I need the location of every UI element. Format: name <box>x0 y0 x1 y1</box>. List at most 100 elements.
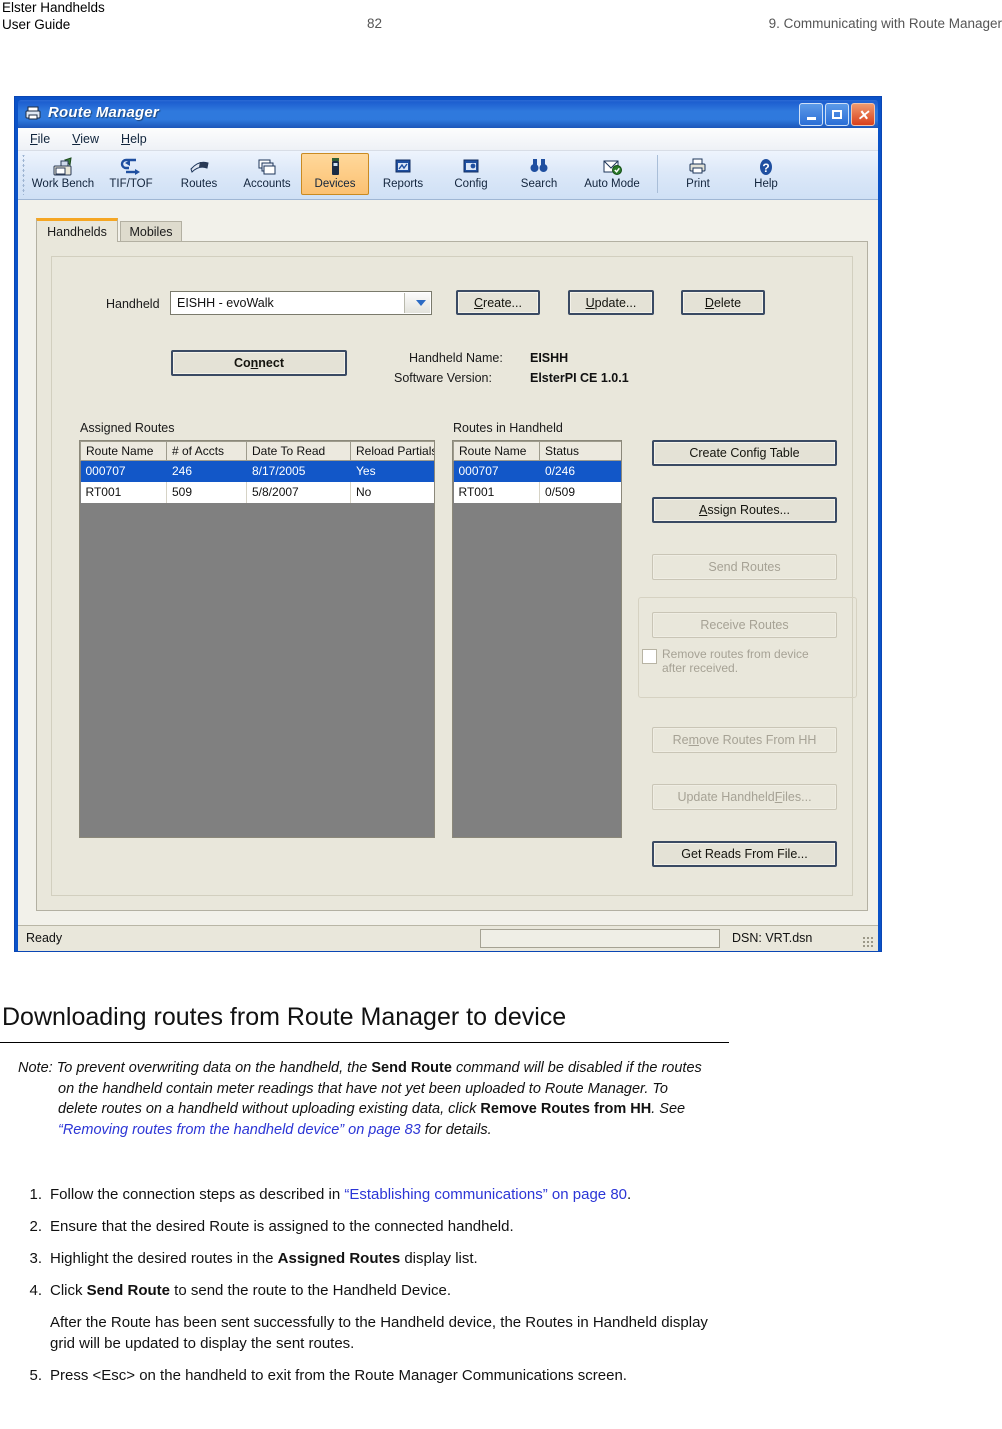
app-icon <box>24 105 42 121</box>
config-icon <box>460 156 482 177</box>
toolbar-label: Print <box>686 178 710 190</box>
software-version-label: Software Version: <box>394 371 492 385</box>
step-text-end: to send the route to the Handheld Device… <box>170 1282 452 1299</box>
note-prefix: Note: <box>18 1060 53 1076</box>
tab-strip: Handhelds Mobiles <box>36 218 868 242</box>
menu-help[interactable]: Help <box>121 132 147 146</box>
handhelds-panel: Handheld EISHH - evoWalk Create... Updat… <box>51 256 857 896</box>
toolbar-item-devices[interactable]: Devices <box>301 153 369 195</box>
window-title: Route Manager <box>48 104 159 121</box>
manual-title-line2: User Guide <box>2 17 71 32</box>
routes-in-handheld-grid[interactable]: Route Name Status 000707 0/246 RT001 0/5… <box>452 440 622 838</box>
cell: 000707 <box>453 460 540 482</box>
table-row[interactable]: RT001 509 5/8/2007 No <box>80 481 434 503</box>
cell: No <box>350 481 434 503</box>
manual-title-line1: Elster Handhelds <box>2 0 105 15</box>
note-part4: for details. <box>420 1121 492 1138</box>
routes-in-handheld-title: Routes in Handheld <box>453 421 563 435</box>
toolbar-item-help[interactable]: ? Help <box>732 153 800 195</box>
handheld-select[interactable]: EISHH - evoWalk <box>170 291 432 315</box>
send-routes-button: Send Routes <box>652 554 837 580</box>
status-progress-field <box>480 929 720 948</box>
cell: 509 <box>166 481 247 503</box>
step-bold: Send Route <box>86 1282 171 1299</box>
routes-icon <box>188 156 210 177</box>
step-text: Ensure that the desired Route is assigne… <box>50 1218 514 1235</box>
handheld-select-value: EISHH - evoWalk <box>177 296 274 310</box>
toolbar-label: TIF/TOF <box>109 178 153 190</box>
toolbar-item-accounts[interactable]: Accounts <box>233 153 301 195</box>
delete-button[interactable]: Delete <box>681 290 765 315</box>
handheld-label: Handheld <box>106 297 160 311</box>
step-cross-reference-link[interactable]: “Establishing communications” on page 80 <box>344 1186 627 1203</box>
cell: 8/17/2005 <box>246 460 351 482</box>
chapter-title: 9. Communicating with Route Manager <box>768 16 1002 31</box>
table-row[interactable]: 000707 246 8/17/2005 Yes <box>80 460 434 482</box>
tab-handhelds[interactable]: Handhelds <box>36 218 118 242</box>
toolbar-item-tif-tof[interactable]: TIF/TOF <box>97 153 165 195</box>
heading-divider <box>0 1042 729 1043</box>
step-text: Highlight the desired routes in the <box>50 1250 278 1267</box>
status-dsn: DSN: VRT.dsn <box>732 931 813 945</box>
toolbar-label: Work Bench <box>31 178 95 190</box>
menu-view[interactable]: View <box>72 132 99 146</box>
chevron-down-icon[interactable] <box>404 293 430 313</box>
tab-mobiles[interactable]: Mobiles <box>120 221 182 242</box>
assign-routes-button[interactable]: Assign Routes... <box>652 497 837 523</box>
handheld-name-value: EISHH <box>530 351 569 365</box>
toolbar-item-routes[interactable]: Routes <box>165 153 233 195</box>
step-number: 3. <box>29 1250 42 1267</box>
column-header[interactable]: Status <box>539 441 621 461</box>
column-header[interactable]: Route Name <box>80 441 167 461</box>
resize-grip-icon[interactable] <box>862 936 874 948</box>
cell: RT001 <box>453 481 540 503</box>
close-icon[interactable]: ✕ <box>851 103 875 126</box>
toolbar-item-print[interactable]: Print <box>664 153 732 195</box>
accounts-icon <box>256 156 278 177</box>
note-bold1: Send Route <box>371 1060 452 1076</box>
column-header[interactable]: Route Name <box>453 441 540 461</box>
cell: 0/246 <box>539 460 621 482</box>
update-button[interactable]: Update... <box>568 290 654 315</box>
binoculars-icon <box>528 156 550 177</box>
remove-after-received-checkbox[interactable] <box>642 649 657 664</box>
toolbar-label: Routes <box>180 178 218 190</box>
create-config-table-button[interactable]: Create Config Table <box>652 440 837 466</box>
table-header-row: Route Name Status <box>453 441 621 461</box>
toolbar-item-search[interactable]: Search <box>505 153 573 195</box>
cell: RT001 <box>80 481 167 503</box>
maximize-icon[interactable] <box>825 103 849 126</box>
note-bold2: Remove Routes from HH <box>480 1101 652 1117</box>
toolbar-item-config[interactable]: Config <box>437 153 505 195</box>
step-text: Follow the connection steps as described… <box>50 1186 345 1203</box>
list-item: 3. Highlight the desired routes in the As… <box>18 1248 718 1269</box>
minimize-icon[interactable] <box>799 103 823 126</box>
cell: 0/509 <box>539 481 621 503</box>
column-header[interactable]: Reload Partials <box>350 441 434 461</box>
toolbar-item-auto-mode[interactable]: Auto Mode <box>573 153 651 195</box>
connect-button[interactable]: Co n nect <box>171 350 347 376</box>
step-bold: Assigned Routes <box>277 1250 401 1267</box>
cell: 5/8/2007 <box>246 481 351 503</box>
column-header[interactable]: Date To Read <box>246 441 351 461</box>
column-header[interactable]: # of Accts <box>166 441 247 461</box>
receive-routes-button: Receive Routes <box>652 612 837 638</box>
handheld-name-label: Handheld Name: <box>409 351 503 365</box>
note-cross-reference-link[interactable]: “Removing routes from the handheld devic… <box>58 1122 421 1138</box>
create-button[interactable]: Create... <box>456 290 540 315</box>
menu-bar: FFileile View Help <box>18 128 878 151</box>
toolbar-item-reports[interactable]: Reports <box>369 153 437 195</box>
note-block: Note: To prevent overwriting data on the… <box>18 1058 708 1140</box>
toolbar-label: Devices <box>314 178 356 190</box>
toolbar-grip[interactable] <box>21 155 27 195</box>
toolbar-item-work-bench[interactable]: Work Bench <box>29 153 97 195</box>
remove-routes-from-hh-button: Re m ove Routes From HH <box>652 727 837 753</box>
list-item: 2. Ensure that the desired Route is assig… <box>18 1216 718 1237</box>
tab-panel: Handheld EISHH - evoWalk Create... Updat… <box>36 241 868 911</box>
assigned-routes-grid[interactable]: Route Name # of Accts Date To Read Reloa… <box>79 440 435 838</box>
get-reads-from-file-button[interactable]: Get Reads From File... <box>652 841 837 867</box>
table-row[interactable]: RT001 0/509 <box>453 481 621 503</box>
cell: Yes <box>350 460 434 482</box>
menu-file[interactable]: FFileile <box>30 132 50 146</box>
table-row[interactable]: 000707 0/246 <box>453 460 621 482</box>
